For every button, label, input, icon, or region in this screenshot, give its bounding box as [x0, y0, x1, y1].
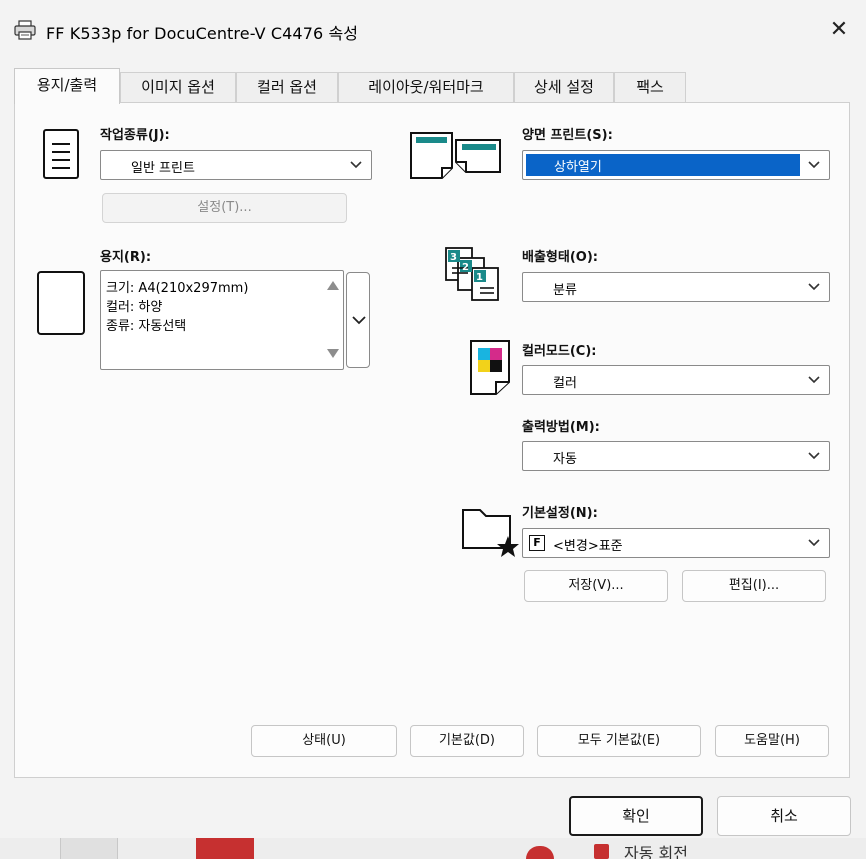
- cancel-button[interactable]: 취소: [717, 796, 851, 836]
- scroll-down-icon[interactable]: [327, 349, 339, 358]
- paper-list-scrollbar[interactable]: [323, 275, 341, 365]
- output-type-select[interactable]: 분류: [522, 272, 830, 302]
- printer-icon: [14, 20, 36, 40]
- duplex-value: 상하열기: [554, 160, 602, 175]
- duplex-label: 양면 프린트(S):: [522, 128, 613, 143]
- paper-color-line: 컬러: 하양: [106, 300, 163, 315]
- chevron-down-icon: [808, 452, 820, 460]
- paper-type-line: 종류: 자동선택: [106, 319, 187, 334]
- paper-size-line: 크기: A4(210x297mm): [106, 281, 249, 296]
- edit-favorite-button[interactable]: 편집(I)...: [682, 570, 826, 602]
- duplex-icon: [410, 132, 501, 179]
- color-mode-select[interactable]: 컬러: [522, 365, 830, 395]
- chevron-down-icon: [808, 161, 820, 169]
- chevron-down-icon: [808, 539, 820, 547]
- collate-badge-1: 1: [476, 272, 483, 283]
- scroll-up-icon[interactable]: [327, 281, 339, 290]
- checkbox-icon: [594, 844, 609, 859]
- favorites-folder-icon: [462, 509, 519, 557]
- paper-label: 용지(R):: [100, 250, 152, 265]
- job-type-label: 작업종류(J):: [100, 128, 170, 143]
- background-red-block: [196, 838, 254, 859]
- document-icon: [43, 129, 79, 179]
- chevron-down-icon: [350, 161, 362, 169]
- output-method-value: 자동: [553, 452, 577, 467]
- output-type-label: 배출형태(O):: [522, 250, 598, 265]
- background-text: 자동 회전: [624, 844, 688, 859]
- output-type-value: 분류: [553, 283, 577, 298]
- favorites-value: <변경>표준: [553, 539, 623, 554]
- duplex-selected-highlight: 상하열기: [526, 154, 800, 176]
- collate-icon: 3 2 1: [445, 247, 499, 301]
- all-defaults-button[interactable]: 모두 기본값(E): [537, 725, 701, 757]
- paper-dropdown-button[interactable]: [346, 272, 370, 368]
- color-mode-value: 컬러: [553, 376, 577, 391]
- color-mode-label: 컬러모드(C):: [522, 344, 597, 359]
- defaults-button[interactable]: 기본값(D): [410, 725, 524, 757]
- favorite-badge: F: [529, 535, 545, 551]
- tab-color-options[interactable]: 컬러 옵션: [236, 72, 338, 102]
- background-panel: [60, 838, 118, 859]
- favorites-select[interactable]: F <변경>표준: [522, 528, 830, 558]
- background-window: [0, 838, 866, 859]
- close-icon[interactable]: ✕: [822, 14, 856, 48]
- output-method-select[interactable]: 자동: [522, 441, 830, 471]
- collate-badge-2: 2: [462, 262, 469, 273]
- job-type-select[interactable]: 일반 프린트: [100, 150, 372, 180]
- chevron-down-icon: [808, 283, 820, 291]
- tab-image-options[interactable]: 이미지 옵션: [120, 72, 236, 102]
- tab-advanced[interactable]: 상세 설정: [514, 72, 614, 102]
- output-method-label: 출력방법(M):: [522, 420, 600, 435]
- chevron-down-icon: [808, 376, 820, 384]
- save-favorite-button[interactable]: 저장(V)...: [524, 570, 668, 602]
- help-button[interactable]: 도움말(H): [715, 725, 829, 757]
- tab-paper-output[interactable]: 용지/출력: [14, 68, 120, 104]
- ok-button[interactable]: 확인: [569, 796, 703, 836]
- tab-fax[interactable]: 팩스: [614, 72, 686, 102]
- tab-layout-watermark[interactable]: 레이아웃/워터마크: [338, 72, 514, 102]
- job-settings-button[interactable]: 설정(T)...: [102, 193, 347, 223]
- paper-info-list[interactable]: 크기: A4(210x297mm) 컬러: 하양 종류: 자동선택: [100, 270, 344, 370]
- duplex-select[interactable]: 상하열기: [522, 150, 830, 180]
- collate-badge-3: 3: [450, 252, 457, 263]
- paper-icon: [37, 271, 85, 335]
- chevron-down-icon: [352, 316, 366, 325]
- status-button[interactable]: 상태(U): [251, 725, 397, 757]
- favorites-label: 기본설정(N):: [522, 506, 598, 521]
- job-type-value: 일반 프린트: [131, 161, 195, 176]
- color-mode-icon: [470, 340, 510, 395]
- window-title: FF K533p for DocuCentre-V C4476 속성: [46, 24, 359, 43]
